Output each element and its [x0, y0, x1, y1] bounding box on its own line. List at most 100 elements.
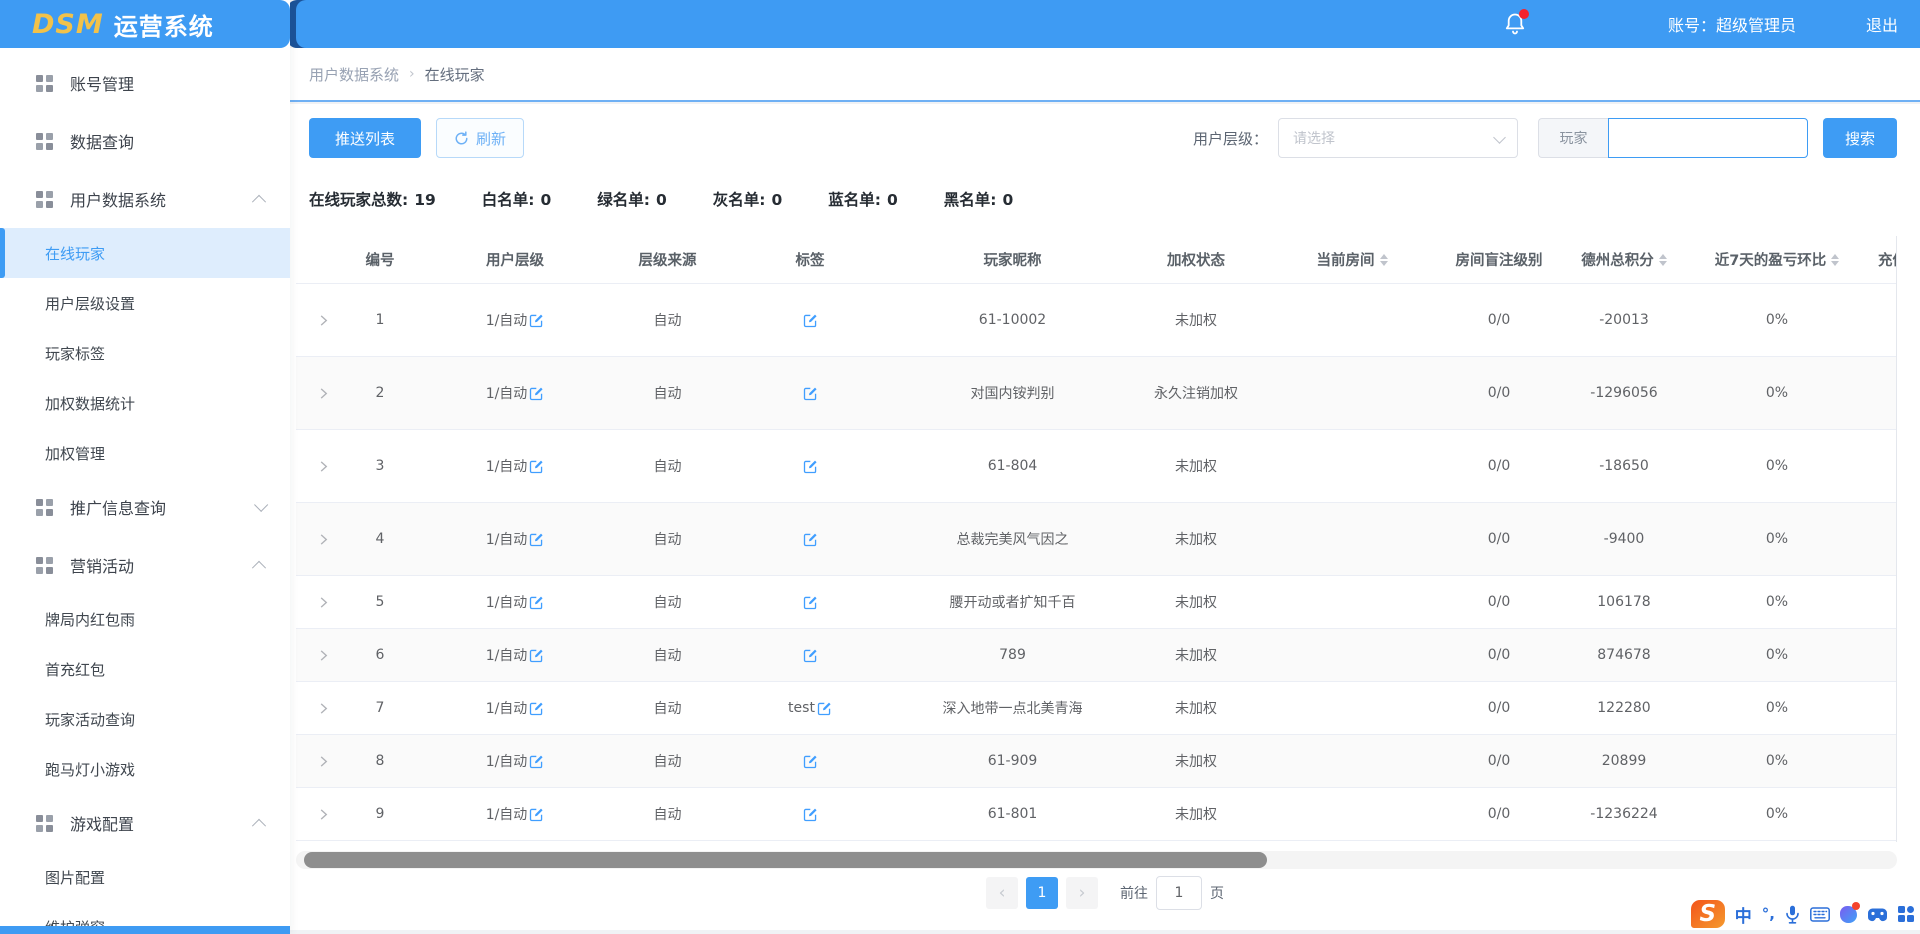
horizontal-scrollbar-track[interactable]	[296, 851, 1897, 869]
breadcrumb-item-parent[interactable]: 用户数据系统	[309, 64, 399, 85]
sidebar-item-首充红包[interactable]: 首充红包	[0, 644, 290, 694]
edit-icon[interactable]	[803, 313, 818, 328]
table-row[interactable]: 11/自动自动61-10002未加权0/0-200130%	[296, 284, 1897, 357]
expand-row-icon[interactable]	[317, 387, 330, 400]
expand-row-icon[interactable]	[317, 755, 330, 768]
column-header-room[interactable]: 当前房间	[1272, 249, 1432, 270]
edit-icon[interactable]	[803, 807, 818, 822]
keyboard-icon[interactable]	[1810, 907, 1830, 922]
edit-icon[interactable]	[803, 754, 818, 769]
edit-icon[interactable]	[803, 386, 818, 401]
chinese-mode-icon[interactable]: 中	[1735, 902, 1752, 927]
column-header-num: 编号	[350, 249, 410, 270]
column-header-ratio[interactable]: 近7天的盈亏环比	[1682, 249, 1872, 270]
cell-num: 3	[350, 458, 410, 474]
expand-row-icon[interactable]	[317, 649, 330, 662]
notification-bell-icon[interactable]	[1502, 11, 1528, 37]
edit-icon[interactable]	[529, 754, 544, 769]
edit-icon[interactable]	[803, 648, 818, 663]
edit-icon[interactable]	[803, 532, 818, 547]
sort-icon[interactable]	[1659, 254, 1667, 266]
edit-icon[interactable]	[529, 701, 544, 716]
edit-icon[interactable]	[803, 459, 818, 474]
expand-row-icon[interactable]	[317, 533, 330, 546]
cell-tag: test	[715, 700, 905, 716]
punctuation-icon[interactable]: °,	[1762, 905, 1775, 923]
sidebar-item-牌局内红包雨[interactable]: 牌局内红包雨	[0, 594, 290, 644]
sidebar-item-用户数据系统[interactable]: 用户数据系统	[0, 170, 290, 228]
level-text: 1/自动	[486, 383, 528, 403]
sidebar-item-数据查询[interactable]: 数据查询	[0, 112, 290, 170]
sidebar-item-营销活动[interactable]: 营销活动	[0, 536, 290, 594]
sort-icon[interactable]	[1831, 254, 1839, 266]
sidebar-item-加权数据统计[interactable]: 加权数据统计	[0, 378, 290, 428]
edit-icon[interactable]	[529, 313, 544, 328]
cell-expand[interactable]	[296, 533, 350, 546]
page-1-button[interactable]: 1	[1026, 877, 1058, 909]
search-button[interactable]: 搜索	[1823, 118, 1897, 158]
sidebar-item-玩家标签[interactable]: 玩家标签	[0, 328, 290, 378]
sidebar-item-图片配置[interactable]: 图片配置	[0, 852, 290, 902]
ime-toolbar: S 中 °,	[1691, 900, 1914, 928]
cell-expand[interactable]	[296, 596, 350, 609]
sidebar-item-玩家活动查询[interactable]: 玩家活动查询	[0, 694, 290, 744]
sidebar-item-推广信息查询[interactable]: 推广信息查询	[0, 478, 290, 536]
expand-row-icon[interactable]	[317, 596, 330, 609]
edit-icon[interactable]	[817, 701, 832, 716]
player-search-input[interactable]	[1608, 118, 1808, 158]
expand-row-icon[interactable]	[317, 702, 330, 715]
cell-expand[interactable]	[296, 755, 350, 768]
tag-text: test	[788, 700, 815, 716]
sidebar-item-label: 跑马灯小游戏	[45, 759, 135, 780]
toolbar: 推送列表 刷新 用户层级： 请选择 玩家 搜索	[309, 118, 1897, 158]
cell-expand[interactable]	[296, 314, 350, 327]
goto-page-input[interactable]	[1156, 876, 1202, 910]
sidebar-item-跑马灯小游戏[interactable]: 跑马灯小游戏	[0, 744, 290, 794]
sidebar-item-用户层级设置[interactable]: 用户层级设置	[0, 278, 290, 328]
expand-row-icon[interactable]	[317, 314, 330, 327]
table-row[interactable]: 41/自动自动总裁完美风气因之未加权0/0-94000%	[296, 503, 1897, 576]
prev-page-button[interactable]: ‹	[986, 877, 1018, 909]
expand-row-icon[interactable]	[317, 808, 330, 821]
sidebar-item-游戏配置[interactable]: 游戏配置	[0, 794, 290, 852]
table-row[interactable]: 21/自动自动对国内铵判别永久注销加权0/0-12960560%	[296, 357, 1897, 430]
cell-expand[interactable]	[296, 460, 350, 473]
skin-icon[interactable]	[1840, 906, 1857, 923]
next-page-button[interactable]: ›	[1066, 877, 1098, 909]
edit-icon[interactable]	[529, 595, 544, 610]
table-row[interactable]: 51/自动自动腰开动或者扩知千百未加权0/01061780%	[296, 576, 1897, 629]
sogou-logo[interactable]: S	[1691, 900, 1725, 928]
edit-icon[interactable]	[803, 595, 818, 610]
game-icon[interactable]	[1867, 907, 1888, 922]
sort-icon[interactable]	[1380, 254, 1388, 266]
table-row[interactable]: 71/自动自动test深入地带一点北美青海未加权0/01222800%	[296, 682, 1897, 735]
sidebar-item-加权管理[interactable]: 加权管理	[0, 428, 290, 478]
table-row[interactable]: 61/自动自动789未加权0/08746780%	[296, 629, 1897, 682]
sidebar-item-账号管理[interactable]: 账号管理	[0, 54, 290, 112]
cell-ratio: 0%	[1682, 458, 1872, 474]
edit-icon[interactable]	[529, 807, 544, 822]
edit-icon[interactable]	[529, 648, 544, 663]
column-header-status: 加权状态	[1120, 249, 1272, 270]
cell-expand[interactable]	[296, 808, 350, 821]
logout-button[interactable]: 退出	[1866, 12, 1898, 36]
edit-icon[interactable]	[529, 459, 544, 474]
toolbox-icon[interactable]	[1898, 906, 1914, 922]
push-list-button[interactable]: 推送列表	[309, 118, 421, 158]
edit-icon[interactable]	[529, 386, 544, 401]
table-row[interactable]: 81/自动自动61-909未加权0/0208990%	[296, 735, 1897, 788]
column-header-points[interactable]: 德州总积分	[1566, 249, 1682, 270]
microphone-icon[interactable]	[1785, 905, 1800, 924]
expand-row-icon[interactable]	[317, 460, 330, 473]
table-row[interactable]: 91/自动自动61-801未加权0/0-12362240%	[296, 788, 1897, 841]
user-level-select[interactable]: 请选择	[1278, 118, 1518, 158]
cell-expand[interactable]	[296, 387, 350, 400]
refresh-button[interactable]: 刷新	[436, 118, 524, 158]
edit-icon[interactable]	[529, 532, 544, 547]
table-row[interactable]: 31/自动自动61-804未加权0/0-186500%	[296, 430, 1897, 503]
cell-expand[interactable]	[296, 702, 350, 715]
horizontal-scrollbar-thumb[interactable]	[304, 852, 1267, 868]
sidebar-item-在线玩家[interactable]: 在线玩家	[0, 228, 290, 278]
cell-expand[interactable]	[296, 649, 350, 662]
column-header-recharge: 充值	[1872, 249, 1897, 270]
